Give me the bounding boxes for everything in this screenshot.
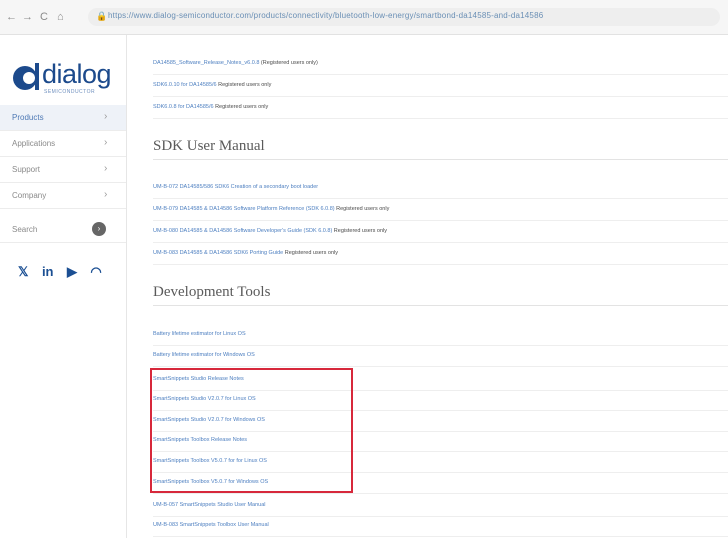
- linkedin-icon[interactable]: in: [42, 264, 54, 279]
- chevron-right-icon: ›: [104, 163, 108, 174]
- list-item: UM-B-079 DA14585 & DA14586 Software Plat…: [153, 199, 728, 221]
- reload-icon[interactable]: C: [40, 10, 48, 24]
- logo-subtext: SEMICONDUCTOR: [44, 89, 96, 95]
- document-link[interactable]: UM-B-072 DA14585/586 SDK6 Creation of a …: [153, 184, 318, 190]
- highlight-box: [150, 368, 353, 493]
- document-link[interactable]: UM-B-057 SmartSnippets Studio User Manua…: [153, 502, 266, 508]
- access-note: Registered users only: [332, 228, 388, 234]
- chevron-right-icon: ›: [104, 137, 108, 148]
- document-link[interactable]: Battery lifetime estimator for Windows O…: [153, 352, 255, 358]
- home-icon[interactable]: ⌂: [57, 10, 64, 24]
- sidebar-item-label: Company: [12, 191, 47, 200]
- back-icon[interactable]: ←: [6, 10, 17, 24]
- list-item: UM-B-083 SmartSnippets Toolbox User Manu…: [153, 515, 728, 537]
- document-link[interactable]: UM-B-083 SmartSnippets Toolbox User Manu…: [153, 522, 269, 528]
- dialog-logo-mark-icon: [13, 63, 39, 90]
- access-note: Registered users only: [334, 206, 390, 212]
- forward-icon[interactable]: →: [22, 10, 33, 24]
- browser-toolbar: ← → C ⌂ 🔒 https://www.dialog-semiconduct…: [0, 0, 728, 35]
- sidebar-item-label: Support: [12, 165, 41, 174]
- document-link[interactable]: SDK6.0.8 for DA14585/6: [153, 104, 214, 110]
- sidebar-item-company[interactable]: Company ›: [0, 183, 126, 209]
- social-links: 𝕏 in ▶ ◠: [18, 263, 111, 279]
- dialog-logo[interactable]: dialog SEMICONDUCTOR: [12, 57, 124, 97]
- search-input[interactable]: Search: [12, 225, 37, 234]
- document-link[interactable]: SDK6.0.10 for DA14585/6: [153, 82, 217, 88]
- section-title-development-tools: Development Tools: [153, 284, 728, 306]
- rss-icon[interactable]: ◠: [90, 264, 101, 280]
- sidebar-item-products[interactable]: Products ›: [0, 105, 126, 131]
- document-link[interactable]: UM-B-079 DA14585 & DA14586 Software Plat…: [153, 206, 335, 212]
- document-link[interactable]: UM-B-080 DA14585 & DA14586 Software Deve…: [153, 228, 332, 234]
- list-item: Battery lifetime estimator for Windows O…: [153, 345, 728, 367]
- url-text[interactable]: https://www.dialog-semiconductor.com/pro…: [108, 11, 708, 20]
- sidebar-item-label: Applications: [12, 139, 56, 148]
- document-link[interactable]: DA14585_Software_Release_Notes_v6.0.8: [153, 60, 259, 66]
- lock-icon: 🔒: [96, 11, 108, 21]
- chevron-right-icon: ›: [104, 111, 108, 122]
- sidebar-item-label: Products: [12, 113, 44, 122]
- list-item: UM-B-072 DA14585/586 SDK6 Creation of a …: [153, 177, 728, 199]
- section-title-sdk-manual: SDK User Manual: [153, 138, 728, 160]
- logo-wordmark: dialog: [42, 59, 112, 89]
- list-item: DA14585_Software_Release_Notes_v6.0.8 (R…: [153, 53, 728, 75]
- twitter-icon[interactable]: 𝕏: [18, 264, 28, 280]
- access-note: Registered users only: [216, 82, 272, 88]
- address-bar[interactable]: 🔒 https://www.dialog-semiconductor.com/p…: [88, 8, 720, 26]
- list-item: UM-B-080 DA14585 & DA14586 Software Deve…: [153, 221, 728, 243]
- search-submit-icon[interactable]: ›: [92, 222, 106, 236]
- list-item: UM-B-057 SmartSnippets Studio User Manua…: [153, 495, 728, 517]
- list-item: UM-B-083 DA14585 & DA14586 SDK6 Porting …: [153, 243, 728, 265]
- access-note: Registered users only: [213, 104, 269, 110]
- sidebar-item-applications[interactable]: Applications ›: [0, 131, 126, 157]
- list-item: SDK6.0.8 for DA14585/6 Registered users …: [153, 97, 728, 119]
- list-item: Battery lifetime estimator for Linux OS: [153, 324, 728, 346]
- sidebar: dialog SEMICONDUCTOR Products › Applicat…: [0, 35, 127, 538]
- youtube-icon[interactable]: ▶: [67, 264, 77, 280]
- access-note: (Registered users only): [259, 60, 318, 66]
- access-note: Registered users only: [283, 250, 338, 256]
- document-link[interactable]: UM-B-083 DA14585 & DA14586 SDK6 Porting …: [153, 250, 283, 256]
- document-link[interactable]: Battery lifetime estimator for Linux OS: [153, 331, 246, 337]
- sidebar-item-support[interactable]: Support ›: [0, 157, 126, 183]
- sidebar-search[interactable]: Search ›: [0, 217, 126, 243]
- list-item: SDK6.0.10 for DA14585/6 Registered users…: [153, 75, 728, 97]
- chevron-right-icon: ›: [104, 189, 108, 200]
